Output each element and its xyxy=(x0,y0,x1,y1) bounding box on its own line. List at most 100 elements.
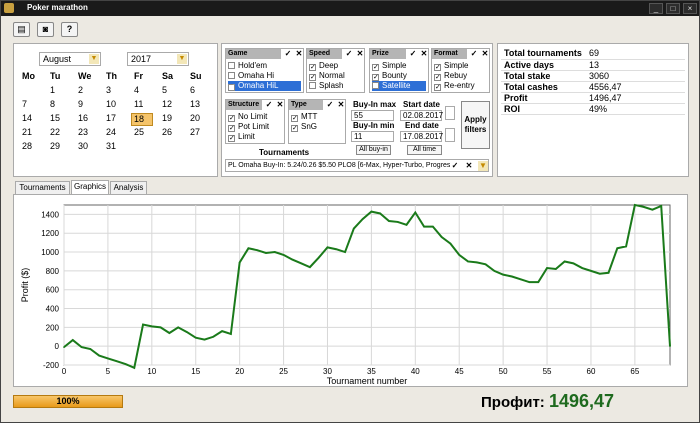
filter-option[interactable]: ✓ Simple xyxy=(434,61,487,71)
filter-option[interactable]: ✓ Pot Limit xyxy=(228,122,282,132)
calendar-day[interactable]: 15 xyxy=(50,113,60,123)
date-picker-icon[interactable] xyxy=(445,106,455,120)
minimize-button[interactable]: _ xyxy=(649,3,663,14)
checkbox[interactable]: ✓ xyxy=(434,74,441,81)
calendar-day[interactable]: 16 xyxy=(78,113,88,123)
checkbox[interactable]: ✓ xyxy=(434,64,441,71)
check-all-icon[interactable]: ✓ xyxy=(283,49,293,59)
checkbox[interactable]: ✓ xyxy=(372,74,379,81)
calendar-day[interactable]: 4 xyxy=(134,85,139,95)
checkbox[interactable] xyxy=(309,82,316,89)
date-picker-icon[interactable] xyxy=(445,128,455,142)
filter-option[interactable]: ✓ Simple xyxy=(372,61,426,71)
calendar-day[interactable]: 17 xyxy=(106,113,116,123)
calendar-day[interactable]: 1 xyxy=(50,85,55,95)
chevron-down-icon[interactable]: ▼ xyxy=(478,161,488,171)
clear-all-icon[interactable]: ✕ xyxy=(294,49,304,59)
check-all-icon[interactable]: ✓ xyxy=(264,100,274,110)
start-date-field[interactable]: 02.08.2017 xyxy=(400,110,443,121)
calendar-day[interactable]: 14 xyxy=(22,113,32,123)
check-all-icon[interactable]: ✓ xyxy=(469,49,479,59)
tab-tournaments[interactable]: Tournaments xyxy=(15,181,70,194)
calendar-day[interactable]: 21 xyxy=(22,127,32,137)
calendar-day[interactable]: 23 xyxy=(78,127,88,137)
maximize-button[interactable]: □ xyxy=(666,3,680,14)
checkbox[interactable]: ✓ xyxy=(228,84,235,91)
clear-all-icon[interactable]: ✕ xyxy=(336,100,346,110)
calendar-day[interactable]: 2 xyxy=(78,85,83,95)
tab-analysis[interactable]: Analysis xyxy=(110,181,147,194)
clear-all-icon[interactable]: ✕ xyxy=(480,49,490,59)
year-select[interactable]: 2017 ▼ xyxy=(127,52,189,66)
check-all-icon[interactable]: ✓ xyxy=(344,49,354,59)
filter-option[interactable]: ✓ Rebuy xyxy=(434,71,487,81)
check-all-icon[interactable]: ✓ xyxy=(325,100,335,110)
checkbox[interactable]: ✓ xyxy=(228,135,235,142)
checkbox[interactable]: ✓ xyxy=(434,84,441,91)
all-buyin-button[interactable]: All buy-in xyxy=(356,145,391,155)
calendar-day[interactable]: 11 xyxy=(134,99,143,109)
month-select[interactable]: August ▼ xyxy=(39,52,101,66)
checkbox[interactable]: ✓ xyxy=(291,125,298,132)
filter-option[interactable]: ✓ Deep xyxy=(309,61,362,71)
filter-option[interactable]: Satellite xyxy=(372,81,426,91)
close-button[interactable]: × xyxy=(683,3,697,14)
checkbox[interactable]: ✓ xyxy=(309,74,316,81)
calendar-day[interactable]: 31 xyxy=(106,141,116,151)
checkbox[interactable]: ✓ xyxy=(228,115,235,122)
filter-option[interactable]: ✓ Limit xyxy=(228,132,282,142)
calendar-day[interactable]: 5 xyxy=(162,85,167,95)
calendar-day[interactable]: 12 xyxy=(162,99,172,109)
calendar-day[interactable]: 28 xyxy=(22,141,32,151)
tab-graphics[interactable]: Graphics xyxy=(71,180,109,194)
help-icon[interactable]: ? xyxy=(61,22,78,37)
checkbox[interactable]: ✓ xyxy=(372,64,379,71)
calendar-day[interactable]: 30 xyxy=(78,141,88,151)
calendar-day[interactable]: 19 xyxy=(162,113,172,123)
calendar-day[interactable]: 13 xyxy=(190,99,200,109)
checkbox[interactable]: ✓ xyxy=(309,64,316,71)
filter-option[interactable]: ✓ Normal xyxy=(309,71,362,81)
checkbox[interactable] xyxy=(372,82,379,89)
calendar-day[interactable]: 10 xyxy=(106,99,116,109)
filter-option[interactable]: Splash xyxy=(309,81,362,91)
check-all-icon[interactable]: ✓ xyxy=(408,49,418,59)
buyin-max-field[interactable]: 55 xyxy=(351,110,394,121)
calendar-day[interactable]: 18 xyxy=(131,113,153,126)
end-date-field[interactable]: 17.08.2017 xyxy=(400,131,443,142)
filter-option[interactable]: Hold'em xyxy=(228,61,301,71)
calendar-day[interactable]: 9 xyxy=(78,99,83,109)
check-icon[interactable]: ✓ xyxy=(450,161,460,171)
calendar-day[interactable]: 27 xyxy=(190,127,200,137)
calendar-day[interactable]: 6 xyxy=(190,85,195,95)
filter-option[interactable]: ✓ Bounty xyxy=(372,71,426,81)
calendar-day[interactable]: 29 xyxy=(50,141,60,151)
filter-option[interactable]: Omaha Hi xyxy=(228,71,301,81)
buyin-min-field[interactable]: 11 xyxy=(351,131,394,142)
clear-icon[interactable]: ✕ xyxy=(464,161,474,171)
filter-option[interactable]: ✓ No Limit xyxy=(228,112,282,122)
calendar-day[interactable]: 3 xyxy=(106,85,111,95)
clear-all-icon[interactable]: ✕ xyxy=(275,100,285,110)
apply-filters-button[interactable]: Apply filters xyxy=(461,101,490,149)
filter-option[interactable]: ✓ SnG xyxy=(291,122,343,132)
filter-option[interactable]: ✓ Re-entry xyxy=(434,81,487,91)
all-time-button[interactable]: All time xyxy=(407,145,442,155)
clear-all-icon[interactable]: ✕ xyxy=(355,49,365,59)
calendar-day[interactable]: 20 xyxy=(190,113,200,123)
calendar-day[interactable]: 24 xyxy=(106,127,116,137)
clear-all-icon[interactable]: ✕ xyxy=(419,49,429,59)
camera-icon[interactable]: ◙ xyxy=(37,22,54,37)
calendar-day[interactable]: 26 xyxy=(162,127,172,137)
checkbox[interactable]: ✓ xyxy=(291,115,298,122)
calendar-day[interactable]: 25 xyxy=(134,127,144,137)
checkbox[interactable] xyxy=(228,62,235,69)
filter-option[interactable]: ✓ Omaha HiL xyxy=(228,81,301,91)
database-icon[interactable]: ▤ xyxy=(13,22,30,37)
checkbox[interactable]: ✓ xyxy=(228,125,235,132)
calendar-day[interactable]: 7 xyxy=(22,99,27,109)
filter-option[interactable]: ✓ MTT xyxy=(291,112,343,122)
checkbox[interactable] xyxy=(228,72,235,79)
calendar-day[interactable]: 8 xyxy=(50,99,55,109)
calendar-day[interactable]: 22 xyxy=(50,127,60,137)
